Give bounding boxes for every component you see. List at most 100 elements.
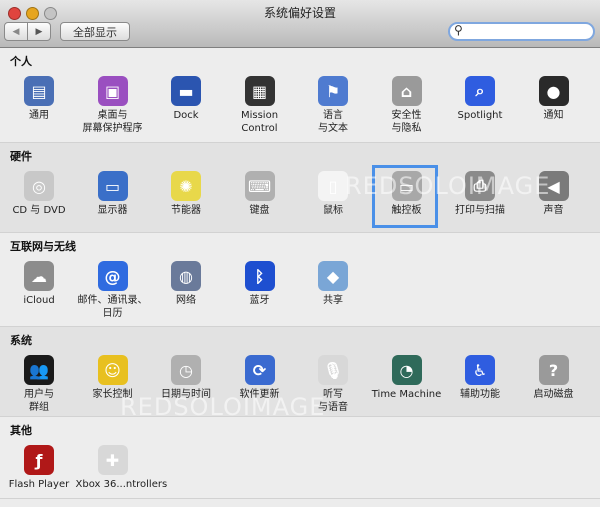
speaker-icon: ◀ (538, 171, 569, 201)
pref-item-label: Flash Player (8, 479, 70, 490)
pref-item[interactable]: ◆ 共享 (296, 261, 370, 323)
pref-item-label: 键盘 (249, 205, 270, 216)
section-1: 硬件 ◎ CD 与 DVD ▭ 显示器 ✺ 节能器 ⌨ 键盘 ▯ 鼠标 ▭ 触控板 ⎙ 打印与扫描 ◀ 声音 (0, 143, 600, 233)
pref-item[interactable]: ⌕ Spotlight (443, 76, 517, 138)
pref-item[interactable]: ✚ Xbox 36...ntrollers (75, 445, 168, 507)
cd-dvd-icon: ◎ (24, 171, 54, 201)
mission-control-icon: ▦ (244, 76, 275, 106)
pref-item[interactable]: ◔ Time Machine (370, 355, 444, 417)
magnifier-icon: ⚲ (454, 23, 463, 37)
pref-item[interactable]: ▭ 显示器 (76, 171, 150, 233)
pref-item[interactable]: ▯ 鼠标 (296, 171, 370, 233)
pref-item-label: 语言 与文本 (318, 110, 348, 134)
pref-item[interactable]: ◀ 声音 (517, 171, 591, 233)
section-4: 其他 ƒ Flash Player ✚ Xbox 36...ntrollers (0, 417, 600, 499)
microphone-icon: 🎙 (318, 355, 348, 385)
back-button[interactable]: ◀ (4, 22, 28, 41)
pref-item-label: 用户与 群组 (24, 389, 54, 413)
section-2: 互联网与无线 ☁ iCloud @ 邮件、通讯录、 日历 ◍ 网络 ᛒ 蓝牙 ◆ 共享 (0, 233, 600, 327)
pref-item-label: Xbox 36...ntrollers (75, 479, 168, 490)
clock-calendar-icon: ◷ (171, 355, 201, 385)
pref-item[interactable]: ☁ iCloud (2, 261, 76, 323)
window-title: 系统偏好设置 (263, 6, 336, 20)
pref-item[interactable]: ☺ 家长控制 (76, 355, 150, 417)
language-flag-icon: ⚑ (318, 76, 348, 106)
pref-item[interactable]: ƒ Flash Player (2, 445, 76, 507)
spotlight-icon: ⌕ (465, 76, 495, 106)
users-icon: 👥 (24, 355, 54, 385)
pref-item[interactable]: ⎙ 打印与扫描 (443, 171, 517, 233)
network-globe-icon: ◍ (171, 261, 201, 291)
pref-item-label: 鼠标 (323, 205, 343, 216)
pref-item[interactable]: ◷ 日期与时间 (149, 355, 223, 417)
pref-item-label: CD 与 DVD (12, 205, 66, 216)
pref-item-label: 听写 与语音 (318, 389, 348, 413)
pref-item-label: 通知 (543, 110, 564, 121)
forward-button[interactable]: ▶ (27, 22, 51, 41)
pref-item[interactable]: ◎ CD 与 DVD (2, 171, 76, 233)
mouse-icon: ▯ (318, 171, 348, 201)
pref-item[interactable]: ⟳ 软件更新 (223, 355, 297, 417)
pref-item-label: Mission Control (240, 110, 279, 134)
pref-item-label: 通用 (29, 110, 49, 121)
pref-item[interactable]: ▤ 通用 (2, 76, 76, 138)
desktop-icon: ▣ (97, 76, 128, 106)
pref-item[interactable]: ▦ Mission Control (223, 76, 297, 138)
time-machine-icon: ◔ (391, 355, 422, 385)
pref-item-label: 启动磁盘 (533, 389, 574, 400)
energy-bulb-icon: ✺ (171, 171, 201, 201)
pref-item[interactable]: ◍ 网络 (149, 261, 223, 323)
pref-item-label: 节能器 (171, 205, 201, 216)
section-3: 系统 👥 用户与 群组 ☺ 家长控制 ◷ 日期与时间 ⟳ 软件更新 🎙 听写 与语音 ◔ Time Ma… (0, 327, 600, 417)
pref-item-label: 桌面与 屏幕保护程序 (82, 110, 143, 134)
pref-item-label: 声音 (543, 205, 564, 216)
section-0: 个人 ▤ 通用 ▣ 桌面与 屏幕保护程序 ▬ Dock ▦ Mission Control ⚑ 语言… (0, 48, 600, 143)
notifications-icon: ● (538, 76, 569, 106)
sharing-folder-icon: ◆ (318, 261, 348, 291)
pref-item-label: iCloud (23, 295, 55, 306)
pref-item-label: Spotlight (457, 110, 503, 121)
security-house-icon: ⌂ (391, 76, 422, 106)
pref-item-label: 显示器 (97, 205, 128, 216)
pref-item-label: 触控板 (391, 205, 422, 216)
section-title: 系统 (10, 334, 32, 347)
pref-item[interactable]: ⚑ 语言 与文本 (296, 76, 370, 138)
startup-disk-icon: ? (538, 355, 569, 385)
pref-item[interactable]: 🎙 听写 与语音 (296, 355, 370, 417)
pref-item-label: 家长控制 (92, 389, 133, 400)
pref-item-label: 辅助功能 (460, 389, 500, 400)
forward-arrow-icon: ▶ (35, 26, 43, 37)
pref-item[interactable]: ● 通知 (517, 76, 591, 138)
pref-item-label: 软件更新 (239, 389, 280, 400)
pref-item-label: Dock (173, 110, 199, 121)
pref-item[interactable]: @ 邮件、通讯录、 日历 (76, 261, 150, 323)
window-toolbar: 系统偏好设置 ◀ ▶ 全部显示 ⚲ (0, 0, 600, 48)
section-title: 其他 (10, 424, 32, 437)
pref-item[interactable]: ♿ 辅助功能 (443, 355, 517, 417)
pref-item-label: 日期与时间 (161, 389, 211, 400)
pref-item[interactable]: ? 启动磁盘 (517, 355, 591, 417)
software-update-icon: ⟳ (244, 355, 275, 385)
pref-item-label: 共享 (323, 295, 343, 306)
printer-icon: ⎙ (465, 171, 495, 201)
search-input[interactable]: ⚲ (448, 22, 595, 41)
pref-item[interactable]: ᛒ 蓝牙 (223, 261, 297, 323)
pref-item[interactable]: ▣ 桌面与 屏幕保护程序 (76, 76, 150, 138)
pref-item[interactable]: ✺ 节能器 (149, 171, 223, 233)
pref-item[interactable]: ▬ Dock (149, 76, 223, 138)
pref-item[interactable]: 👥 用户与 群组 (2, 355, 76, 417)
general-icon: ▤ (24, 76, 54, 106)
accessibility-icon: ♿ (465, 355, 495, 385)
display-icon: ▭ (97, 171, 128, 201)
section-title: 个人 (10, 55, 32, 68)
parental-controls-icon: ☺ (97, 355, 128, 385)
pref-item[interactable]: ▭ 触控板 (370, 165, 444, 233)
dock-icon: ▬ (171, 76, 201, 106)
pref-item-label: 安全性 与隐私 (391, 110, 422, 134)
pref-item[interactable]: ⌂ 安全性 与隐私 (370, 76, 444, 138)
mail-at-icon: @ (97, 261, 128, 291)
pref-item[interactable]: ⌨ 键盘 (223, 171, 297, 233)
pref-item-label: Time Machine (371, 389, 442, 400)
pref-item-label: 网络 (176, 295, 196, 306)
show-all-button[interactable]: 全部显示 (60, 22, 130, 41)
